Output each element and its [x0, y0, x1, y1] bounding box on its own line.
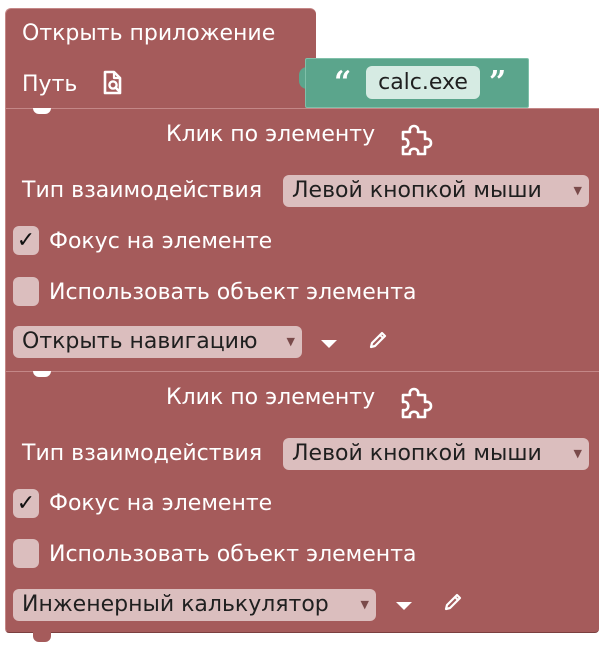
element-value: Открыть навигацию	[22, 329, 258, 354]
close-quote-icon: ”	[489, 65, 507, 100]
click-block-2-title: Клик по элементу	[166, 385, 376, 410]
interaction-type-select[interactable]: Левой кнопкой мыши ▼	[283, 175, 589, 207]
element-select[interactable]: Инженерный калькулятор ▼	[13, 589, 376, 621]
click-block-1-title: Клик по элементу	[166, 122, 376, 147]
element-value: Инженерный калькулятор	[22, 592, 329, 617]
interaction-type-label: Тип взаимодействия	[22, 441, 263, 466]
file-search-icon[interactable]	[99, 69, 127, 97]
focus-label: Фокус на элементе	[49, 229, 273, 254]
puzzle-icon[interactable]	[397, 382, 439, 420]
focus-label: Фокус на элементе	[49, 491, 273, 516]
dropdown-arrow-icon: ▼	[360, 598, 369, 611]
path-label: Путь	[22, 72, 78, 97]
element-select[interactable]: Открыть навигацию ▼	[13, 326, 302, 358]
open-app-title: Открыть приложение	[22, 21, 276, 46]
interaction-type-label: Тип взаимодействия	[22, 178, 263, 203]
use-object-label: Использовать объект элемента	[49, 280, 417, 305]
block-connector-notch	[33, 632, 51, 642]
use-object-label: Использовать объект элемента	[49, 542, 417, 567]
pencil-icon[interactable]	[367, 329, 389, 351]
focus-checkbox[interactable]: ✓	[13, 489, 39, 518]
use-object-checkbox[interactable]	[13, 277, 39, 306]
dropdown-arrow-icon: ▼	[573, 184, 582, 197]
interaction-type-value: Левой кнопкой мыши	[292, 178, 542, 203]
focus-checkbox[interactable]: ✓	[13, 226, 39, 255]
chevron-down-icon[interactable]	[396, 602, 412, 610]
dropdown-arrow-icon: ▼	[573, 447, 582, 460]
chevron-down-icon[interactable]	[321, 340, 337, 348]
dropdown-arrow-icon: ▼	[286, 335, 295, 348]
path-value-field[interactable]: calc.exe	[366, 66, 480, 99]
use-object-checkbox[interactable]	[13, 539, 39, 568]
interaction-type-value: Левой кнопкой мыши	[292, 441, 542, 466]
open-quote-icon: “	[334, 65, 352, 100]
interaction-type-select[interactable]: Левой кнопкой мыши ▼	[283, 438, 589, 470]
puzzle-icon[interactable]	[397, 119, 439, 157]
pencil-icon[interactable]	[442, 591, 464, 613]
